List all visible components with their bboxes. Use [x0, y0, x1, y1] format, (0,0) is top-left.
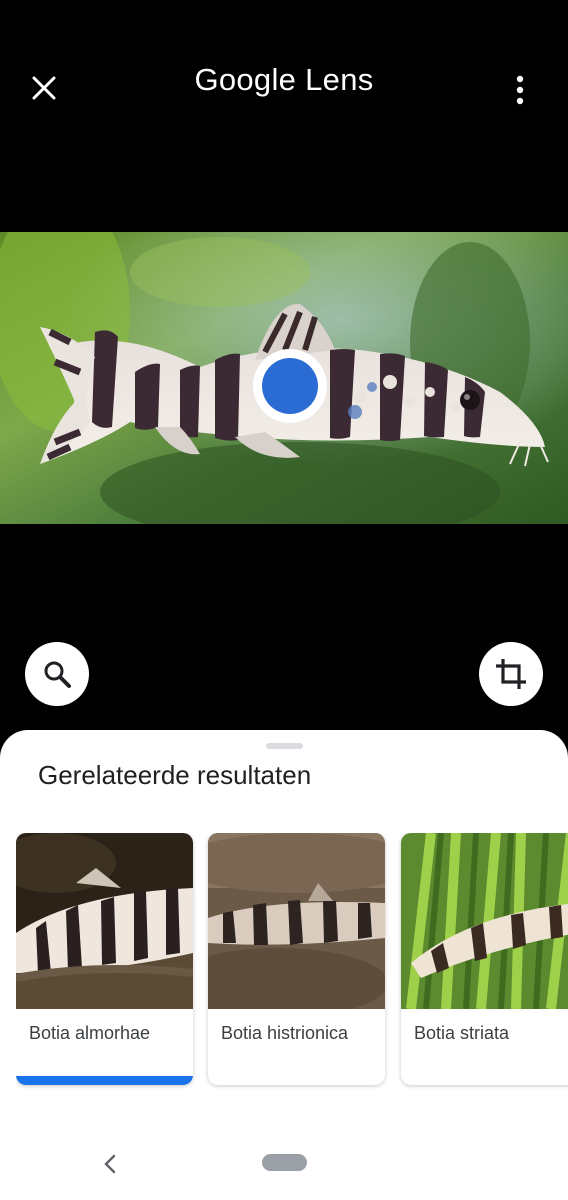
result-label: Botia histrionica	[221, 1023, 349, 1043]
crop-button[interactable]	[479, 642, 543, 706]
result-card[interactable]: Botia histrionica	[208, 833, 385, 1085]
nav-back-icon	[104, 1154, 116, 1174]
results-carousel[interactable]: Botia almorhae Botia histrionica Botia s…	[16, 833, 568, 1093]
results-title: Gerelateerde resultaten	[38, 760, 312, 790]
result-thumbnail	[401, 833, 568, 1009]
more-options-button[interactable]	[496, 66, 544, 114]
nav-back-button[interactable]	[94, 1148, 126, 1180]
search-icon	[44, 661, 71, 688]
top-bar: Google Lens	[0, 0, 568, 175]
result-label: Botia striata	[414, 1023, 510, 1043]
result-card[interactable]: Botia striata	[401, 833, 568, 1085]
result-thumbnail	[16, 833, 193, 1009]
result-label: Botia almorhae	[29, 1023, 151, 1043]
more-vert-icon	[516, 75, 524, 105]
selected-indicator	[16, 1076, 193, 1085]
result-thumbnail	[208, 833, 385, 1009]
search-button[interactable]	[25, 642, 89, 706]
app-title: Google Lens	[194, 62, 374, 97]
sheet-drag-handle[interactable]	[266, 743, 303, 749]
focus-marker[interactable]	[253, 349, 327, 423]
nav-home-pill[interactable]	[262, 1154, 307, 1171]
crop-icon	[496, 659, 526, 689]
result-card[interactable]: Botia almorhae	[16, 833, 193, 1085]
system-nav-bar	[0, 1120, 568, 1200]
